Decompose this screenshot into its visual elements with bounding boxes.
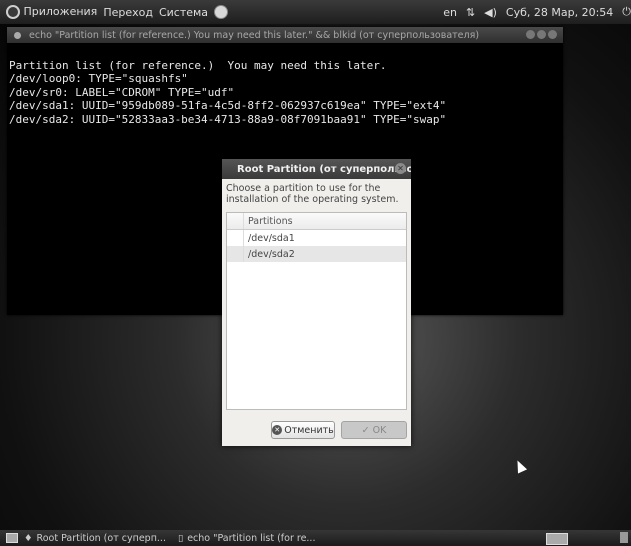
terminal-line: /dev/sr0: LABEL="CDROM" TYPE="udf" bbox=[9, 85, 235, 99]
taskbar-item-terminal[interactable]: ▯ echo "Partition list (for re... bbox=[178, 533, 316, 544]
terminal-titlebar[interactable]: echo "Partition list (for reference.) Yo… bbox=[7, 27, 563, 43]
close-icon[interactable] bbox=[548, 30, 557, 39]
terminal-line: /dev/sda1: UUID="959db089-51fa-4c5d-8ff2… bbox=[9, 99, 447, 112]
dialog-prompt: Choose a partition to use for the instal… bbox=[226, 183, 399, 205]
partition-label: /dev/sda2 bbox=[248, 248, 295, 260]
dialog-titlebar[interactable]: Root Partition (от суперпользо ✕ bbox=[222, 159, 411, 179]
partition-list[interactable]: Partitions /dev/sda1 /dev/sda2 bbox=[226, 212, 407, 410]
bottom-panel: ♦ Root Partition (от суперп... ▯ echo "P… bbox=[0, 530, 631, 546]
top-panel: Приложения Переход Система en ⇅ ◀) Суб, … bbox=[0, 0, 631, 24]
window-menu-icon[interactable] bbox=[14, 31, 21, 39]
maximize-icon[interactable] bbox=[537, 30, 546, 39]
trash-icon[interactable] bbox=[620, 532, 628, 543]
ok-label: OK bbox=[372, 424, 387, 436]
ubuntu-logo-icon bbox=[6, 5, 20, 19]
ok-check-icon: ✓ bbox=[361, 424, 370, 436]
taskbar-item-label: echo "Partition list (for re... bbox=[187, 532, 316, 544]
partitions-header-label: Partitions bbox=[248, 215, 293, 227]
web-browser-icon bbox=[214, 5, 229, 19]
partitions-column-header[interactable]: Partitions bbox=[227, 213, 406, 230]
network-icon[interactable]: ⇅ bbox=[466, 6, 475, 19]
show-desktop-icon[interactable] bbox=[6, 533, 18, 543]
list-item[interactable]: /dev/sda2 bbox=[227, 246, 406, 262]
workspace-switcher-icon[interactable] bbox=[546, 533, 568, 545]
cancel-label: Отменить bbox=[284, 424, 334, 436]
terminal-title: echo "Partition list (for reference.) Yo… bbox=[29, 29, 480, 41]
minimize-icon[interactable] bbox=[526, 30, 535, 39]
terminal-line: /dev/sda2: UUID="52833aa3-be34-4713-88a9… bbox=[9, 112, 447, 126]
dialog-app-icon: ♦ bbox=[24, 532, 33, 544]
ok-button[interactable]: ✓ OK bbox=[341, 421, 407, 439]
mouse-cursor-icon bbox=[512, 458, 528, 474]
terminal-line: Partition list (for reference.) You may … bbox=[9, 58, 387, 72]
terminal-line: /dev/loop0: TYPE="squashfs" bbox=[9, 72, 188, 85]
dialog-close-icon[interactable]: ✕ bbox=[395, 163, 406, 174]
applications-menu-label: Приложения bbox=[23, 5, 98, 18]
taskbar-item-root-partition[interactable]: ♦ Root Partition (от суперп... bbox=[24, 533, 166, 544]
clock[interactable]: Суб, 28 Мар, 20:54 bbox=[506, 6, 613, 19]
window-controls bbox=[524, 30, 557, 39]
header-spacer bbox=[227, 213, 244, 229]
system-menu[interactable]: Система bbox=[159, 6, 208, 19]
list-item[interactable]: /dev/sda1 bbox=[227, 230, 406, 246]
cancel-icon: ✕ bbox=[272, 425, 283, 435]
root-partition-dialog: Root Partition (от суперпользо ✕ Choose … bbox=[222, 159, 411, 446]
keyboard-layout-indicator[interactable]: en bbox=[443, 6, 457, 19]
row-spacer bbox=[227, 246, 244, 262]
row-spacer bbox=[227, 230, 244, 246]
partition-label: /dev/sda1 bbox=[248, 232, 295, 244]
terminal-app-icon: ▯ bbox=[177, 532, 184, 544]
power-icon[interactable]: ⏻ bbox=[622, 5, 631, 19]
cancel-button[interactable]: ✕ Отменить bbox=[271, 421, 335, 439]
firefox-launcher[interactable] bbox=[214, 5, 229, 19]
taskbar-item-label: Root Partition (от суперп... bbox=[36, 532, 166, 544]
applications-menu[interactable]: Приложения bbox=[6, 5, 97, 19]
terminal-output: Partition list (for reference.) You may … bbox=[7, 43, 563, 126]
places-menu[interactable]: Переход bbox=[103, 6, 153, 19]
dialog-title: Root Partition (от суперпользо bbox=[237, 163, 411, 175]
volume-icon[interactable]: ◀) bbox=[484, 6, 497, 19]
indicator-area: en ⇅ ◀) Суб, 28 Мар, 20:54 ⏻ bbox=[443, 0, 631, 24]
